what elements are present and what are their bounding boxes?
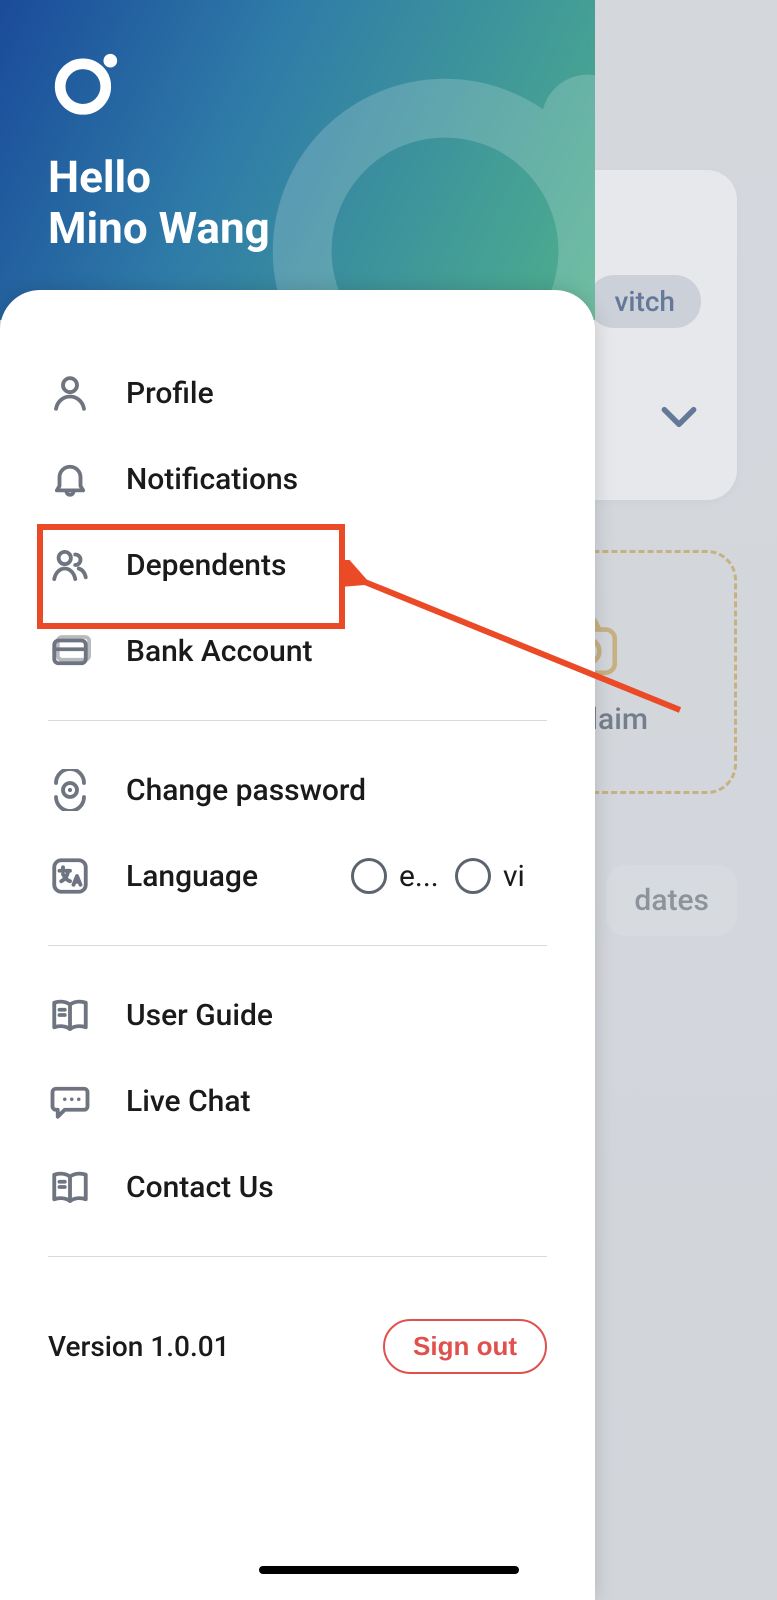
bell-icon	[48, 457, 92, 501]
menu-section-help: User Guide Live Chat Contact Us	[0, 972, 595, 1230]
language-icon	[48, 854, 92, 898]
greeting-hello: Hello	[48, 152, 270, 203]
menu-label: Bank Account	[126, 634, 313, 669]
book-icon	[48, 993, 92, 1037]
divider	[48, 945, 547, 946]
menu-section-settings: Change password Language e... vi	[0, 747, 595, 919]
watermark-logo-icon	[235, 20, 595, 320]
drawer-header: Hello Mino Wang	[0, 0, 595, 320]
language-options: e... vi	[351, 858, 547, 894]
drawer-footer: Version 1.0.01 Sign out	[0, 1283, 595, 1374]
menu-item-change-password[interactable]: Change password	[48, 747, 547, 833]
menu-label: Contact Us	[126, 1170, 274, 1205]
annotation-highlight-box	[37, 524, 345, 629]
menu-item-language: Language e... vi	[48, 833, 547, 919]
menu-label: Change password	[126, 773, 366, 808]
menu-item-live-chat[interactable]: Live Chat	[48, 1058, 547, 1144]
greeting-text: Hello Mino Wang	[48, 152, 270, 253]
chat-icon	[48, 1079, 92, 1123]
menu-label: Profile	[126, 376, 214, 411]
language-option-label: e...	[399, 859, 443, 894]
radio-vi[interactable]	[455, 858, 491, 894]
drawer-body: Profile Notifications Dependents	[0, 290, 595, 1600]
book-icon	[48, 1165, 92, 1209]
greeting-username: Mino Wang	[48, 203, 270, 254]
menu-label: User Guide	[126, 998, 273, 1033]
version-label: Version 1.0.01	[48, 1330, 230, 1363]
person-icon	[48, 371, 92, 415]
language-option-label: vi	[503, 859, 547, 894]
divider	[48, 1256, 547, 1257]
navigation-drawer: Hello Mino Wang Profile Notifications	[0, 0, 595, 1600]
home-indicator	[259, 1566, 519, 1574]
annotation-arrow-icon	[340, 560, 700, 740]
fingerprint-icon	[48, 768, 92, 812]
menu-item-notifications[interactable]: Notifications	[48, 436, 547, 522]
sign-out-button[interactable]: Sign out	[383, 1319, 547, 1374]
app-logo-icon	[48, 44, 124, 120]
menu-label: Live Chat	[126, 1084, 250, 1119]
menu-label: Language	[126, 859, 258, 894]
menu-item-contact-us[interactable]: Contact Us	[48, 1144, 547, 1230]
menu-label: Notifications	[126, 462, 298, 497]
app-root: vitch it a claim dates	[0, 0, 777, 1600]
menu-item-user-guide[interactable]: User Guide	[48, 972, 547, 1058]
card-icon	[48, 629, 92, 673]
menu-item-profile[interactable]: Profile	[48, 350, 547, 436]
radio-en[interactable]	[351, 858, 387, 894]
